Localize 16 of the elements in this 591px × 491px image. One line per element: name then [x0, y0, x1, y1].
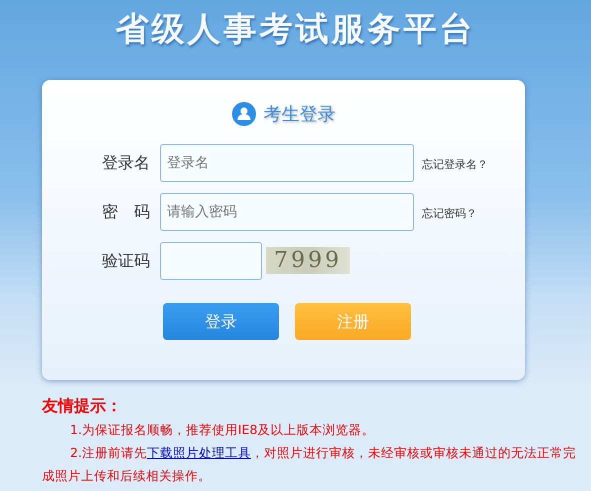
tips-title: 友情提示：: [42, 395, 123, 417]
field-label: 密 码: [102, 200, 151, 222]
input-field[interactable]: [160, 242, 262, 280]
user-icon: [232, 102, 256, 126]
tip-text: 2.注册前请先下载照片处理工具，对照片进行审核，未经审核或审核未通过的无法正常完成照片上传和后续相关操作。: [42, 444, 577, 485]
input-field[interactable]: 登录名: [160, 144, 414, 182]
captcha-image: 7999: [266, 247, 350, 274]
forgot-link[interactable]: 忘记密码？: [422, 206, 477, 223]
tip-text: 1.为保证报名顺畅，推荐使用IE8及以上版本浏览器。: [69, 421, 376, 439]
download-link[interactable]: 下载照片处理工具: [146, 445, 251, 460]
field-label: 登录名: [102, 152, 151, 174]
field-label: 验证码: [102, 250, 151, 272]
site-title: 省级人事考试服务平台: [116, 9, 476, 48]
input-field[interactable]: 请输入密码: [160, 192, 414, 230]
login-title: 考生登录: [264, 102, 336, 126]
forgot-link[interactable]: 忘记登录名？: [422, 157, 488, 174]
